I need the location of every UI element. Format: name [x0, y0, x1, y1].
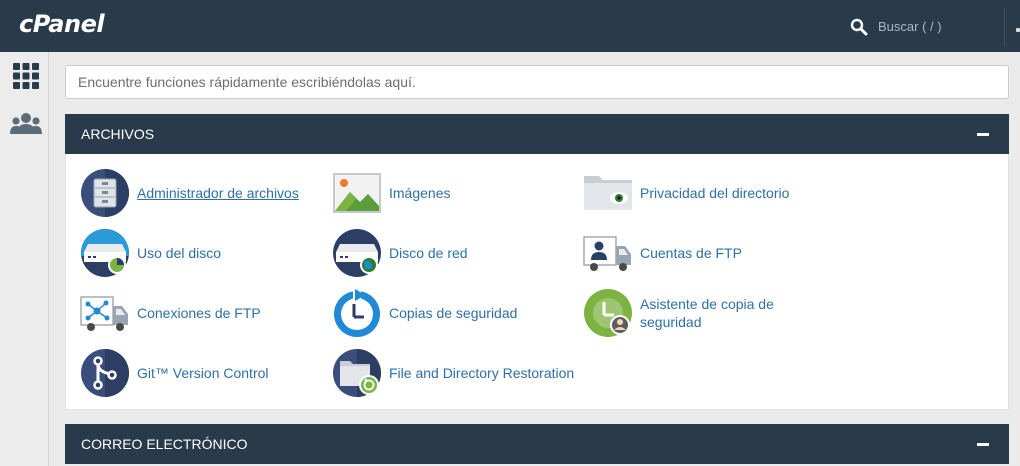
collapse-icon[interactable] — [977, 133, 989, 136]
sidebar — [0, 52, 49, 466]
network-disk-icon — [333, 229, 381, 277]
item-label: Imágenes — [389, 185, 451, 201]
search-icon[interactable] — [850, 18, 868, 36]
item-label-line1: Asistente de copia de — [640, 296, 774, 312]
item-label: Uso del disco — [137, 245, 222, 261]
item-label: Administrador de archivos — [137, 185, 299, 201]
quick-search-input[interactable] — [65, 65, 1009, 99]
global-search-label[interactable]: Buscar ( / ) — [878, 19, 942, 34]
section-title-archivos: ARCHIVOS — [81, 126, 155, 142]
images-icon — [333, 173, 381, 213]
item-directory-privacy[interactable]: Privacidad del directorio — [583, 168, 823, 218]
item-network-disk[interactable]: Disco de red — [332, 228, 492, 278]
git-icon — [81, 349, 129, 397]
item-label: Git™ Version Control — [137, 365, 269, 381]
item-label-line2: seguridad — [640, 314, 702, 330]
item-label: Cuentas de FTP — [640, 245, 742, 261]
item-ftp-connections[interactable]: Conexiones de FTP — [80, 288, 280, 338]
ftp-connections-icon — [80, 296, 128, 331]
file-restoration-icon — [333, 349, 381, 397]
ftp-accounts-icon — [583, 236, 631, 271]
section-header-archivos[interactable]: ARCHIVOS — [65, 114, 1009, 154]
cpanel-logo[interactable]: cPanel — [19, 10, 105, 38]
apps-grid-icon[interactable] — [10, 61, 42, 91]
section-body-archivos: Administrador de archivos Imágenes Priva… — [65, 154, 1009, 410]
item-images[interactable]: Imágenes — [332, 168, 472, 218]
item-backup-wizard[interactable]: Asistente de copia de seguridad — [583, 288, 803, 338]
disk-usage-icon — [81, 229, 129, 277]
item-file-directory-restoration[interactable]: File and Directory Restoration — [332, 348, 592, 398]
item-label: Asistente de copia de seguridad — [640, 295, 774, 331]
topbar-divider — [1004, 8, 1005, 46]
item-label: Conexiones de FTP — [137, 305, 261, 321]
users-icon[interactable] — [10, 110, 42, 140]
item-label: Privacidad del directorio — [640, 185, 790, 201]
backup-icon — [334, 289, 380, 337]
item-label: File and Directory Restoration — [389, 365, 575, 381]
section-header-correo[interactable]: CORREO ELECTRÓNICO — [65, 424, 1009, 464]
directory-privacy-icon — [584, 176, 632, 210]
section-title-correo: CORREO ELECTRÓNICO — [81, 436, 248, 452]
top-bar: cPanel Buscar ( / ) — [0, 0, 1020, 52]
item-label: Disco de red — [389, 245, 468, 261]
item-git-version-control[interactable]: Git™ Version Control — [80, 348, 280, 398]
item-backup[interactable]: Copias de seguridad — [332, 288, 532, 338]
backup-wizard-icon — [584, 289, 632, 337]
item-ftp-accounts[interactable]: Cuentas de FTP — [583, 228, 763, 278]
item-label: Copias de seguridad — [389, 305, 518, 321]
item-file-manager[interactable]: Administrador de archivos — [80, 168, 320, 218]
user-menu-icon[interactable] — [1016, 28, 1020, 32]
collapse-icon[interactable] — [977, 443, 989, 446]
item-disk-usage[interactable]: Uso del disco — [80, 228, 240, 278]
file-manager-icon — [81, 169, 129, 217]
